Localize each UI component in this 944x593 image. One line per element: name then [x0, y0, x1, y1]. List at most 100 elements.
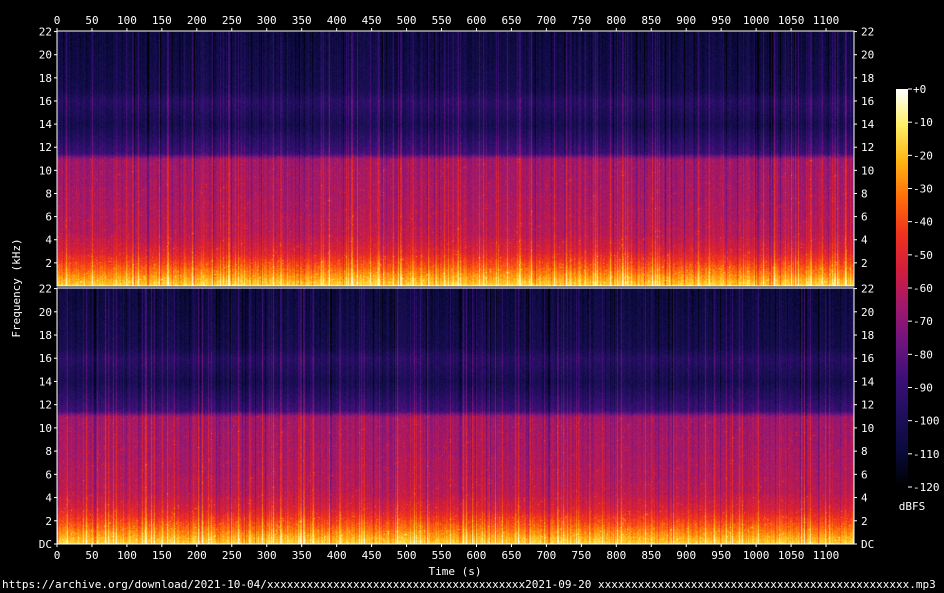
y-tick-label: 8: [45, 187, 52, 200]
y-tick-label: 12: [39, 399, 52, 412]
channel-bottom: [56, 287, 855, 545]
x-tick-label: 150: [152, 14, 172, 27]
colorbar-tick-label: -60: [913, 282, 933, 295]
x-tick-label: 850: [641, 549, 661, 562]
x-tick-label: 700: [536, 549, 556, 562]
spectrogram-channel-bottom: [57, 288, 854, 544]
y-tick-label: 6: [861, 211, 868, 224]
y-tick-label: 16: [861, 95, 874, 108]
y-tick-label: 4: [45, 234, 52, 247]
y-tick-label: 16: [39, 95, 52, 108]
y-tick-label: 12: [861, 399, 874, 412]
y-tick-label: 4: [861, 234, 868, 247]
y-tick-label: 6: [45, 211, 52, 224]
y-tick-label: 20: [39, 49, 52, 62]
colorbar-tick-label: -70: [913, 315, 933, 328]
x-tick-label: 100: [117, 549, 137, 562]
y-tick-label: 10: [39, 164, 52, 177]
y-tick-label: 14: [861, 118, 875, 131]
y-tick-label: 2: [861, 257, 868, 270]
colorbar-tick-label: -50: [913, 249, 933, 262]
x-tick-label: 600: [467, 549, 487, 562]
colorbar-tick-label: -80: [913, 348, 933, 361]
x-tick-label: 900: [676, 549, 696, 562]
y-tick-label: 2: [45, 515, 52, 528]
x-tick-label: 1100: [813, 549, 840, 562]
colorbar-tick-label: -110: [913, 448, 940, 461]
x-tick-label: 0: [54, 14, 61, 27]
x-tick-label: 1050: [778, 14, 805, 27]
colorbar-tick-label: -120: [913, 481, 940, 494]
colorbar-tick-label: -40: [913, 216, 933, 229]
x-tick-label: 350: [292, 14, 312, 27]
colorbar-tick-label: +0: [913, 83, 926, 96]
x-tick-label: 900: [676, 14, 696, 27]
x-tick-label: 750: [571, 549, 591, 562]
y-tick-label: 10: [39, 422, 52, 435]
y-tick-label: 10: [861, 422, 874, 435]
x-tick-label: 1100: [813, 14, 840, 27]
y-tick-label: 6: [45, 468, 52, 481]
y-tick-label: 16: [861, 352, 874, 365]
y-tick-label: 18: [861, 72, 874, 85]
x-tick-label: 650: [501, 14, 521, 27]
y-tick-label: 8: [861, 445, 868, 458]
colorbar-gradient: [896, 89, 908, 487]
x-tick-label: 100: [117, 14, 137, 27]
y-tick-label: 8: [45, 445, 52, 458]
y-tick-label: 12: [861, 141, 874, 154]
colorbar-tick-label: -100: [913, 415, 940, 428]
x-tick-label: 550: [432, 549, 452, 562]
colorbar: +0 -10 -20 -30 -40 -50 -60 -70 -80 -90 -100 -110 -12…: [896, 83, 940, 513]
x-tick-label: 650: [501, 549, 521, 562]
x-tick-label: 1000: [743, 14, 770, 27]
x-tick-label: 50: [85, 549, 98, 562]
colorbar-tick-label: -10: [913, 116, 933, 129]
y-tick-label: 22: [39, 283, 52, 296]
y-tick-label: 14: [39, 118, 53, 131]
x-tick-label: 150: [152, 549, 172, 562]
y-tick-label: 2: [45, 257, 52, 270]
y-tick-label: 22: [861, 26, 874, 39]
x-tick-label: 550: [432, 14, 452, 27]
x-tick-label: 200: [187, 549, 207, 562]
y-tick-label: 20: [39, 306, 52, 319]
x-tick-label: 700: [536, 14, 556, 27]
x-tick-label: 400: [327, 549, 347, 562]
x-tick-label: 850: [641, 14, 661, 27]
x-tick-label: 300: [257, 14, 277, 27]
colorbar-tick-label: -20: [913, 149, 933, 162]
x-tick-label: 450: [362, 549, 382, 562]
y-tick-label: 16: [39, 352, 52, 365]
x-tick-label: 800: [606, 549, 626, 562]
y-tick-label: 20: [861, 306, 874, 319]
y-tick-label: DC: [861, 538, 874, 551]
x-tick-label: 200: [187, 14, 207, 27]
x-tick-label: 450: [362, 14, 382, 27]
y-tick-label: 2: [861, 515, 868, 528]
x-tick-label: 500: [397, 549, 417, 562]
y-tick-label: 18: [39, 72, 52, 85]
x-tick-label: 950: [711, 14, 731, 27]
y-tick-label: 14: [861, 375, 875, 388]
source-url: https://archive.org/download/2021-10-04/…: [2, 578, 936, 591]
x-tick-label: 500: [397, 14, 417, 27]
x-tick-label: 350: [292, 549, 312, 562]
y-tick-label: 18: [861, 329, 874, 342]
x-tick-label: 1000: [743, 549, 770, 562]
spectrogram-figure: 0 0 50 50 100 100 150 150 200 200 250 250 300 300 350 3…: [10, 14, 940, 578]
y-tick-label: 22: [861, 283, 874, 296]
y-tick-label: 10: [861, 164, 874, 177]
colorbar-tick-label: -90: [913, 382, 933, 395]
spectrogram-channel-top: [57, 31, 854, 286]
y-tick-label: 12: [39, 141, 52, 154]
colorbar-label: dBFS: [899, 500, 926, 513]
x-tick-label: 250: [222, 14, 242, 27]
x-tick-label: 250: [222, 549, 242, 562]
x-tick-label: 50: [85, 14, 98, 27]
x-tick-label: 800: [606, 14, 626, 27]
y-tick-label: 4: [861, 492, 868, 505]
colorbar-tick-label: -30: [913, 183, 933, 196]
y-tick-label: 22: [39, 26, 52, 39]
x-tick-label: 0: [54, 549, 61, 562]
